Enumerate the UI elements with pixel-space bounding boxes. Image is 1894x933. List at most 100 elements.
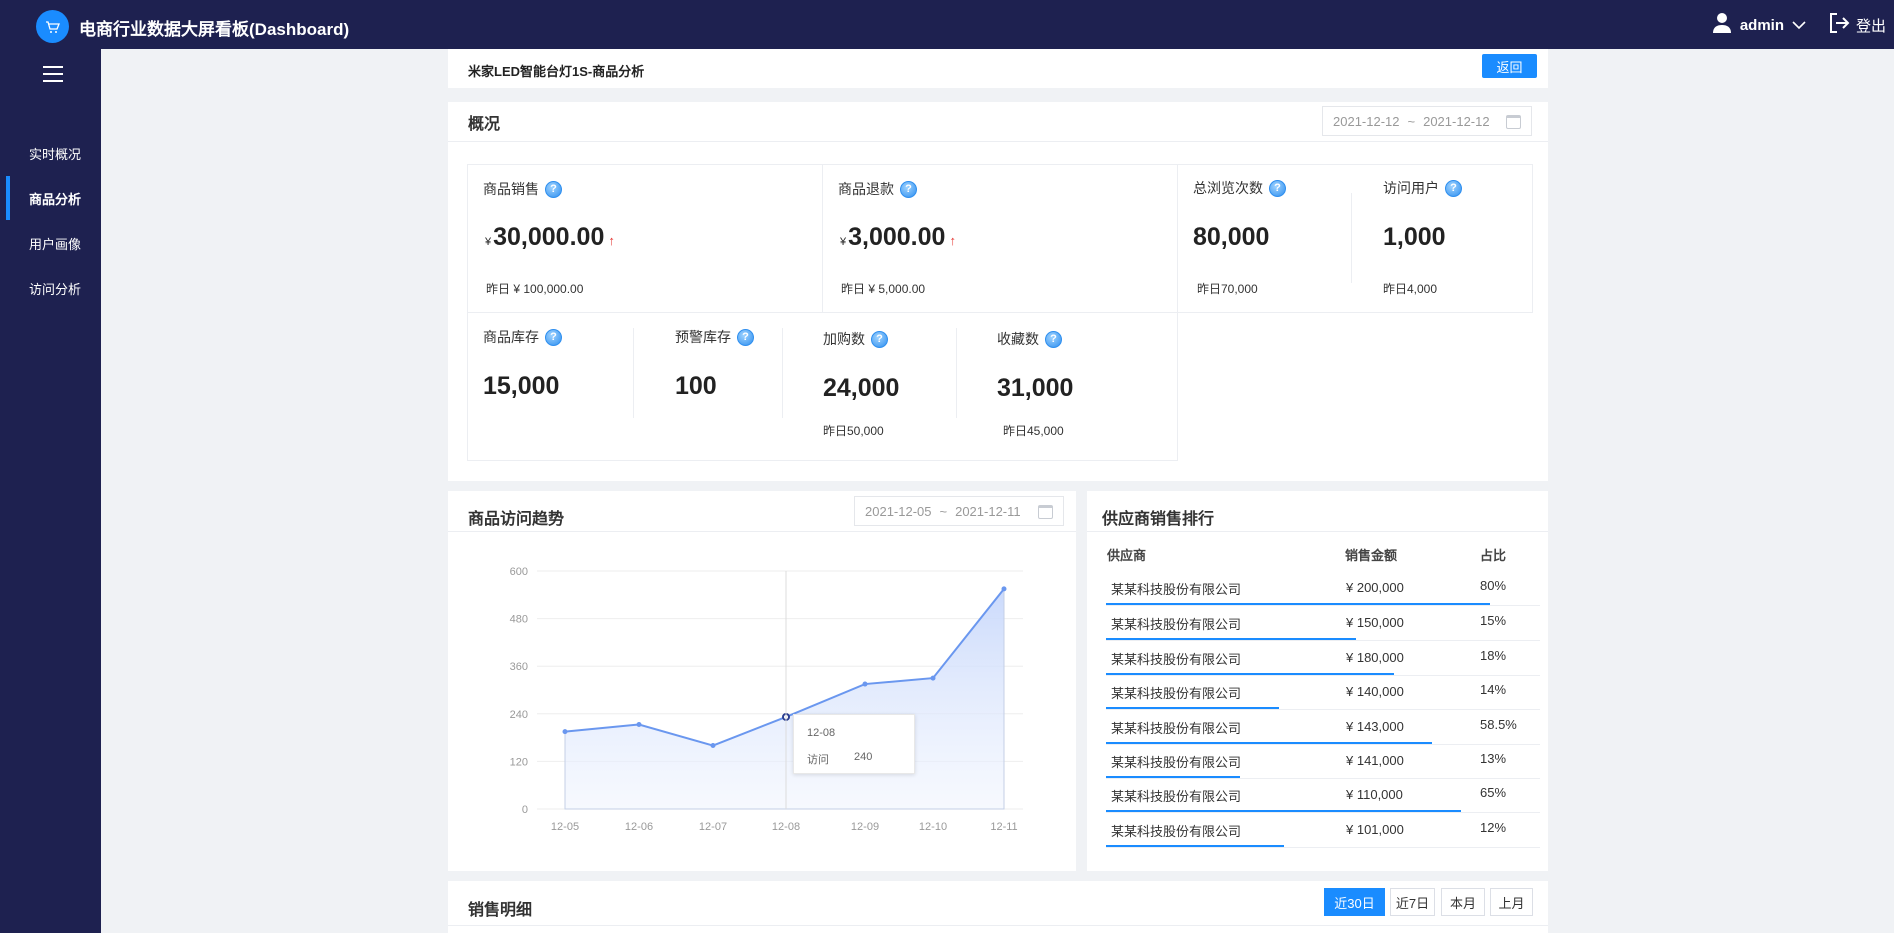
share-ratio: 80%: [1480, 578, 1507, 593]
share-bar: [1106, 603, 1490, 605]
divider: [782, 328, 783, 418]
refund-prev: 昨日 ¥ 5,000.00: [841, 282, 926, 296]
share-ratio: 65%: [1480, 785, 1507, 800]
trend-up-icon: ↑: [949, 233, 956, 248]
sales-amount: ¥ 141,000: [1346, 753, 1404, 768]
col-header-ratio: 占比: [1480, 548, 1507, 563]
tab-last-30-days[interactable]: 近30日: [1324, 888, 1385, 916]
sidebar: 实时概况 商品分析 用户画像 访问分析: [0, 49, 101, 933]
sidebar-item-label: 访问分析: [29, 281, 82, 297]
divider: [633, 328, 634, 418]
help-icon[interactable]: ?: [871, 330, 888, 348]
help-icon[interactable]: ?: [737, 328, 754, 346]
logout-icon: [1828, 12, 1850, 38]
share-bar: [1106, 638, 1356, 640]
date-end: 2021-12-12: [1423, 113, 1490, 129]
sales-amount: ¥ 143,000: [1346, 719, 1404, 734]
calendar-icon: [1038, 505, 1053, 519]
data-point: [862, 681, 868, 687]
cart-label: 加购数?: [823, 329, 888, 349]
cart-prev: 昨日50,000: [823, 424, 884, 438]
col-header-amount: 销售金额: [1345, 548, 1398, 563]
help-icon[interactable]: ?: [900, 180, 917, 198]
supplier-name: 某某科技股份有限公司: [1111, 617, 1242, 632]
supplier-name: 某某科技股份有限公司: [1111, 789, 1242, 804]
tab-last-7-days[interactable]: 近7日: [1390, 888, 1435, 916]
data-point: [930, 675, 936, 681]
data-point: [710, 743, 716, 749]
date-separator: ~: [1407, 113, 1416, 129]
x-tick-label: 12-09: [851, 821, 879, 833]
supplier-name: 某某科技股份有限公司: [1111, 686, 1242, 701]
active-indicator: [6, 176, 10, 220]
divider: [1087, 531, 1548, 532]
date-start: 2021-12-05: [865, 503, 932, 519]
divider: [448, 925, 1548, 926]
tab-last-month[interactable]: 上月: [1490, 888, 1533, 916]
table-row: 某某科技股份有限公司 ¥ 141,000 13%: [1106, 744, 1540, 779]
share-bar: [1106, 845, 1284, 847]
tab-this-month[interactable]: 本月: [1441, 888, 1485, 916]
tooltip-date: 12-08: [807, 727, 836, 739]
views-prev: 昨日70,000: [1197, 282, 1258, 296]
visitors-label: 访问用户?: [1383, 178, 1462, 198]
trend-chart[interactable]: 012024036048060012-05 12-06 12-07 12-08 12-0…: [448, 540, 1076, 870]
favorites-prev: 昨日45,000: [1003, 424, 1064, 438]
back-button[interactable]: 返回: [1482, 54, 1537, 78]
sidebar-item-label: 用户画像: [29, 236, 82, 252]
table-row: 某某科技股份有限公司 ¥ 143,000 58.5%: [1106, 710, 1540, 745]
share-bar: [1106, 707, 1279, 709]
share-ratio: 15%: [1480, 613, 1507, 628]
sidebar-item-user-profile[interactable]: 用户画像: [0, 221, 101, 265]
table-row: 某某科技股份有限公司 ¥ 110,000 65%: [1106, 778, 1540, 813]
share-bar: [1106, 810, 1462, 812]
sales-amount: ¥ 140,000: [1346, 684, 1404, 699]
sidebar-item-label: 商品分析: [29, 191, 82, 207]
sales-amount: ¥ 150,000: [1346, 615, 1404, 630]
help-icon[interactable]: ?: [545, 328, 562, 346]
username: admin: [1739, 16, 1784, 34]
sidebar-item-product[interactable]: 商品分析: [0, 176, 101, 220]
x-tick-label: 12-11: [990, 821, 1017, 833]
sidebar-item-realtime[interactable]: 实时概况: [0, 131, 101, 175]
favorites-value: 31,000: [997, 374, 1074, 402]
share-ratio: 14%: [1480, 682, 1507, 697]
user-icon: [1712, 12, 1732, 38]
stock-label: 商品库存?: [483, 327, 562, 347]
overview-date-picker[interactable]: 2021-12-12 ~ 2021-12-12: [1322, 106, 1532, 136]
help-icon[interactable]: ?: [545, 180, 562, 198]
favorites-label: 收藏数?: [997, 329, 1062, 349]
y-tick-label: 360: [510, 661, 528, 673]
data-point: [1001, 586, 1007, 592]
data-point: [636, 722, 642, 728]
table-row: 某某科技股份有限公司 ¥ 140,000 14%: [1106, 675, 1540, 710]
trend-date-picker[interactable]: 2021-12-05 ~ 2021-12-11: [854, 496, 1064, 526]
y-tick-label: 0: [522, 804, 528, 816]
menu-toggle-icon[interactable]: [43, 66, 63, 82]
supplier-name: 某某科技股份有限公司: [1111, 582, 1242, 597]
views-value: 80,000: [1193, 223, 1270, 251]
sidebar-item-label: 实时概况: [29, 146, 82, 162]
help-icon[interactable]: ?: [1269, 179, 1286, 197]
sales-amount: ¥ 110,000: [1346, 787, 1403, 802]
data-point: [562, 729, 568, 735]
col-header-supplier: 供应商: [1107, 548, 1147, 563]
logout-button[interactable]: 登出: [1828, 12, 1886, 38]
help-icon[interactable]: ?: [1045, 330, 1062, 348]
table-row: 某某科技股份有限公司 ¥ 200,000 80%: [1106, 571, 1540, 606]
sidebar-item-visit[interactable]: 访问分析: [0, 266, 101, 310]
sales-amount: ¥ 101,000: [1346, 822, 1404, 837]
divider: [448, 531, 1076, 532]
date-start: 2021-12-12: [1333, 113, 1400, 129]
visitors-value: 1,000: [1383, 223, 1446, 251]
y-tick-label: 240: [510, 709, 528, 721]
overview-title: 概况: [468, 116, 501, 133]
user-menu[interactable]: admin: [1712, 12, 1806, 38]
help-icon[interactable]: ?: [1445, 179, 1462, 197]
supplier-name: 某某科技股份有限公司: [1111, 652, 1242, 667]
table-row: 某某科技股份有限公司 ¥ 101,000 12%: [1106, 813, 1540, 848]
x-tick-label: 12-10: [919, 821, 947, 833]
divider: [448, 141, 1548, 142]
ranking-title: 供应商销售排行: [1102, 511, 1215, 528]
cart-value: 24,000: [823, 374, 900, 402]
